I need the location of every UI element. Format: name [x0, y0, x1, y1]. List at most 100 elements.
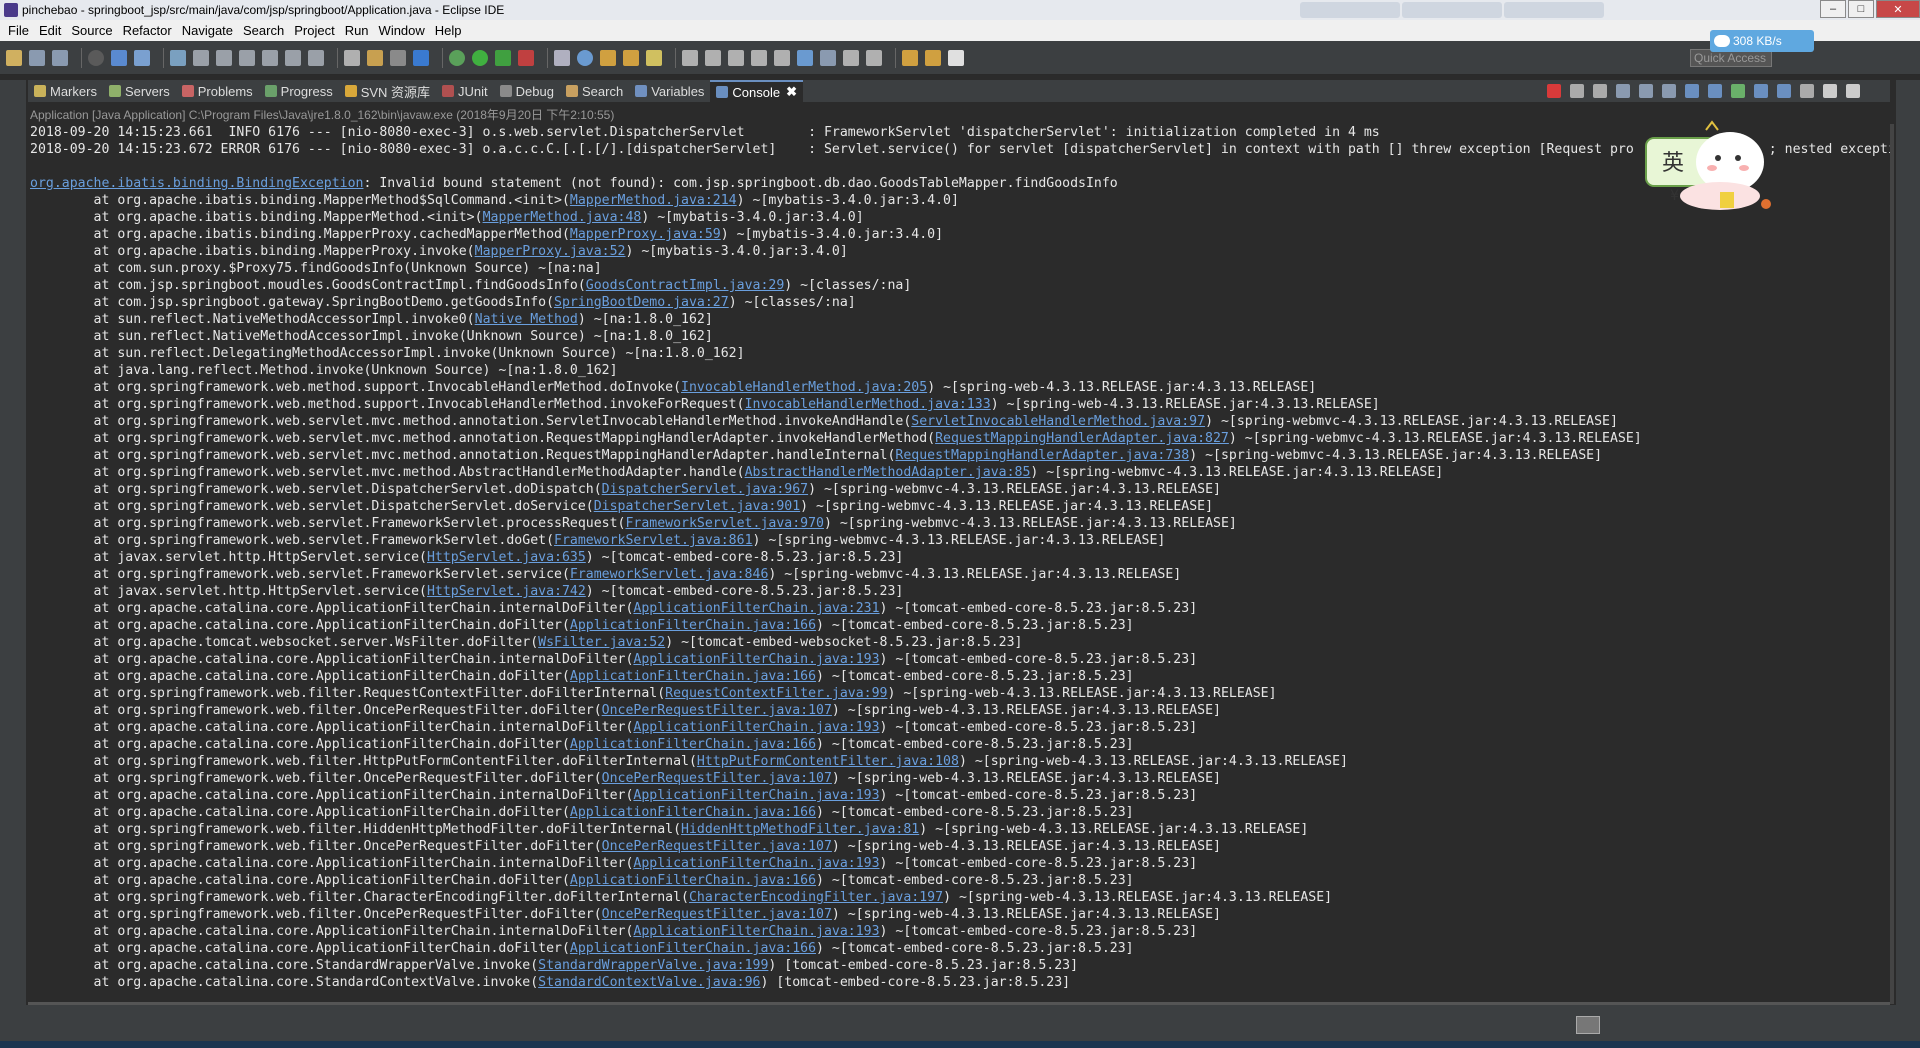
stacktrace-link[interactable]: ApplicationFilterChain.java:193 [633, 924, 879, 939]
remove-all-launches-icon[interactable] [1593, 84, 1607, 98]
menu-search[interactable]: Search [243, 23, 284, 38]
stacktrace-link[interactable]: ApplicationFilterChain.java:166 [570, 737, 816, 752]
minimize-view-icon[interactable] [1823, 84, 1837, 98]
back-icon[interactable] [925, 49, 941, 66]
maximize-button[interactable]: □ [1848, 0, 1874, 18]
console-output[interactable]: 2018-09-20 14:15:23.661 INFO 6176 --- [n… [28, 124, 1890, 1004]
menu-window[interactable]: Window [379, 23, 425, 38]
tab-progress[interactable]: Progress [259, 80, 339, 102]
stacktrace-link[interactable]: ApplicationFilterChain.java:231 [633, 601, 879, 616]
new-icon[interactable] [6, 49, 22, 66]
stacktrace-link[interactable]: HttpPutFormContentFilter.java:108 [697, 754, 959, 769]
tab-console[interactable]: Console ✖ [710, 80, 804, 102]
show-whitespace-icon[interactable] [751, 49, 767, 66]
external-tools-icon[interactable] [518, 49, 534, 66]
step-return-icon[interactable] [308, 49, 324, 66]
stacktrace-link[interactable]: AbstractHandlerMethodAdapter.java:85 [745, 465, 1031, 480]
new-package-icon[interactable] [577, 49, 593, 66]
stacktrace-link[interactable]: ApplicationFilterChain.java:166 [570, 941, 816, 956]
stacktrace-link[interactable]: ApplicationFilterChain.java:193 [633, 720, 879, 735]
menu-navigate[interactable]: Navigate [182, 23, 233, 38]
stacktrace-link[interactable]: InvocableHandlerMethod.java:205 [681, 380, 927, 395]
background-window-tab[interactable] [1504, 2, 1604, 18]
tab-problems[interactable]: Problems [176, 80, 259, 102]
stacktrace-link[interactable]: MapperMethod.java:214 [570, 193, 737, 208]
stacktrace-link[interactable]: MapperProxy.java:59 [570, 227, 721, 242]
stacktrace-link[interactable]: ApplicationFilterChain.java:193 [633, 652, 879, 667]
menu-file[interactable]: File [8, 23, 29, 38]
menu-edit[interactable]: Edit [39, 23, 61, 38]
stacktrace-link[interactable]: RequestContextFilter.java:99 [665, 686, 887, 701]
connect-icon[interactable] [134, 49, 150, 66]
ant-icon[interactable] [390, 49, 406, 66]
annotation-icon[interactable] [682, 49, 698, 66]
stacktrace-link[interactable]: HttpServlet.java:635 [427, 550, 586, 565]
next-annotation-icon[interactable] [866, 49, 882, 66]
stacktrace-link[interactable]: OncePerRequestFilter.java:107 [602, 771, 832, 786]
open-console-icon[interactable] [1777, 84, 1791, 98]
last-edit-icon[interactable] [902, 49, 918, 66]
close-tab-icon[interactable]: ✖ [786, 84, 797, 100]
stacktrace-link[interactable]: org.apache.ibatis.binding.BindingExcepti… [30, 176, 363, 191]
stacktrace-link[interactable]: ServletInvocableHandlerMethod.java:97 [911, 414, 1205, 429]
heap-status-icon[interactable] [1576, 1016, 1600, 1034]
menu-run[interactable]: Run [345, 23, 369, 38]
minimize-button[interactable]: – [1820, 0, 1846, 18]
menu-help[interactable]: Help [435, 23, 462, 38]
stacktrace-link[interactable]: ApplicationFilterChain.java:166 [570, 873, 816, 888]
search-toolbar-icon[interactable] [646, 49, 662, 66]
stacktrace-link[interactable]: HttpServlet.java:742 [427, 584, 586, 599]
stacktrace-link[interactable]: DispatcherServlet.java:901 [594, 499, 800, 514]
pin-icon[interactable] [843, 49, 859, 66]
stacktrace-link[interactable]: CharacterEncodingFilter.java:197 [689, 890, 943, 905]
stacktrace-link[interactable]: MapperMethod.java:48 [483, 210, 642, 225]
tab-svn[interactable]: SVN 资源库 [339, 80, 436, 102]
menu-refactor[interactable]: Refactor [123, 23, 172, 38]
maximize-view-icon[interactable] [1846, 84, 1860, 98]
step-over-icon[interactable] [285, 49, 301, 66]
stacktrace-link[interactable]: FrameworkServlet.java:846 [570, 567, 769, 582]
console-vertical-scrollbar[interactable] [1890, 124, 1894, 1004]
web-browser-icon[interactable] [797, 49, 813, 66]
pin-console-icon[interactable] [1731, 84, 1745, 98]
stacktrace-link[interactable]: RequestMappingHandlerAdapter.java:827 [935, 431, 1229, 446]
stacktrace-link[interactable]: ApplicationFilterChain.java:166 [570, 805, 816, 820]
stacktrace-link[interactable]: ApplicationFilterChain.java:193 [633, 856, 879, 871]
stacktrace-link[interactable]: ApplicationFilterChain.java:166 [570, 618, 816, 633]
tab-markers[interactable]: Markers [28, 80, 103, 102]
show-console-on-error-icon[interactable] [1708, 84, 1722, 98]
coverage-icon[interactable] [495, 49, 511, 66]
stacktrace-link[interactable]: StandardWrapperValve.java:199 [538, 958, 768, 973]
stacktrace-link[interactable]: SpringBootDemo.java:27 [554, 295, 729, 310]
terminate-console-icon[interactable] [1547, 84, 1561, 98]
display-selected-console-icon[interactable] [1754, 84, 1768, 98]
stacktrace-link[interactable]: FrameworkServlet.java:861 [554, 533, 753, 548]
step-into-icon[interactable] [262, 49, 278, 66]
tab-search[interactable]: Search [560, 80, 629, 102]
new-java-project-icon[interactable] [554, 49, 570, 66]
word-wrap-icon[interactable] [1662, 84, 1676, 98]
tab-junit[interactable]: JUnit [436, 80, 494, 102]
forward-icon[interactable] [948, 49, 964, 66]
open-task-icon[interactable] [623, 49, 639, 66]
save-icon[interactable] [29, 49, 45, 66]
remove-launch-icon[interactable] [1570, 84, 1584, 98]
clear-console-icon[interactable] [1616, 84, 1630, 98]
toggle-mark-icon[interactable] [705, 49, 721, 66]
stacktrace-link[interactable]: GoodsContractImpl.java:29 [586, 278, 785, 293]
tab-debug[interactable]: Debug [494, 80, 560, 102]
toggle-block-icon[interactable] [728, 49, 744, 66]
stacktrace-link[interactable]: OncePerRequestFilter.java:107 [602, 907, 832, 922]
stacktrace-link[interactable]: WsFilter.java:52 [538, 635, 665, 650]
menu-source[interactable]: Source [71, 23, 112, 38]
stacktrace-link[interactable]: DispatcherServlet.java:967 [602, 482, 808, 497]
use-step-filters-icon[interactable] [367, 49, 383, 66]
debug-run-icon[interactable] [449, 49, 465, 66]
stacktrace-link[interactable]: InvocableHandlerMethod.java:133 [745, 397, 991, 412]
run-icon[interactable] [472, 49, 488, 66]
tab-servers[interactable]: Servers [103, 80, 176, 102]
nav-icon[interactable] [820, 49, 836, 66]
terminal-icon[interactable] [111, 49, 127, 66]
view-menu-icon[interactable] [1800, 84, 1814, 98]
stacktrace-link[interactable]: MapperProxy.java:52 [475, 244, 626, 259]
